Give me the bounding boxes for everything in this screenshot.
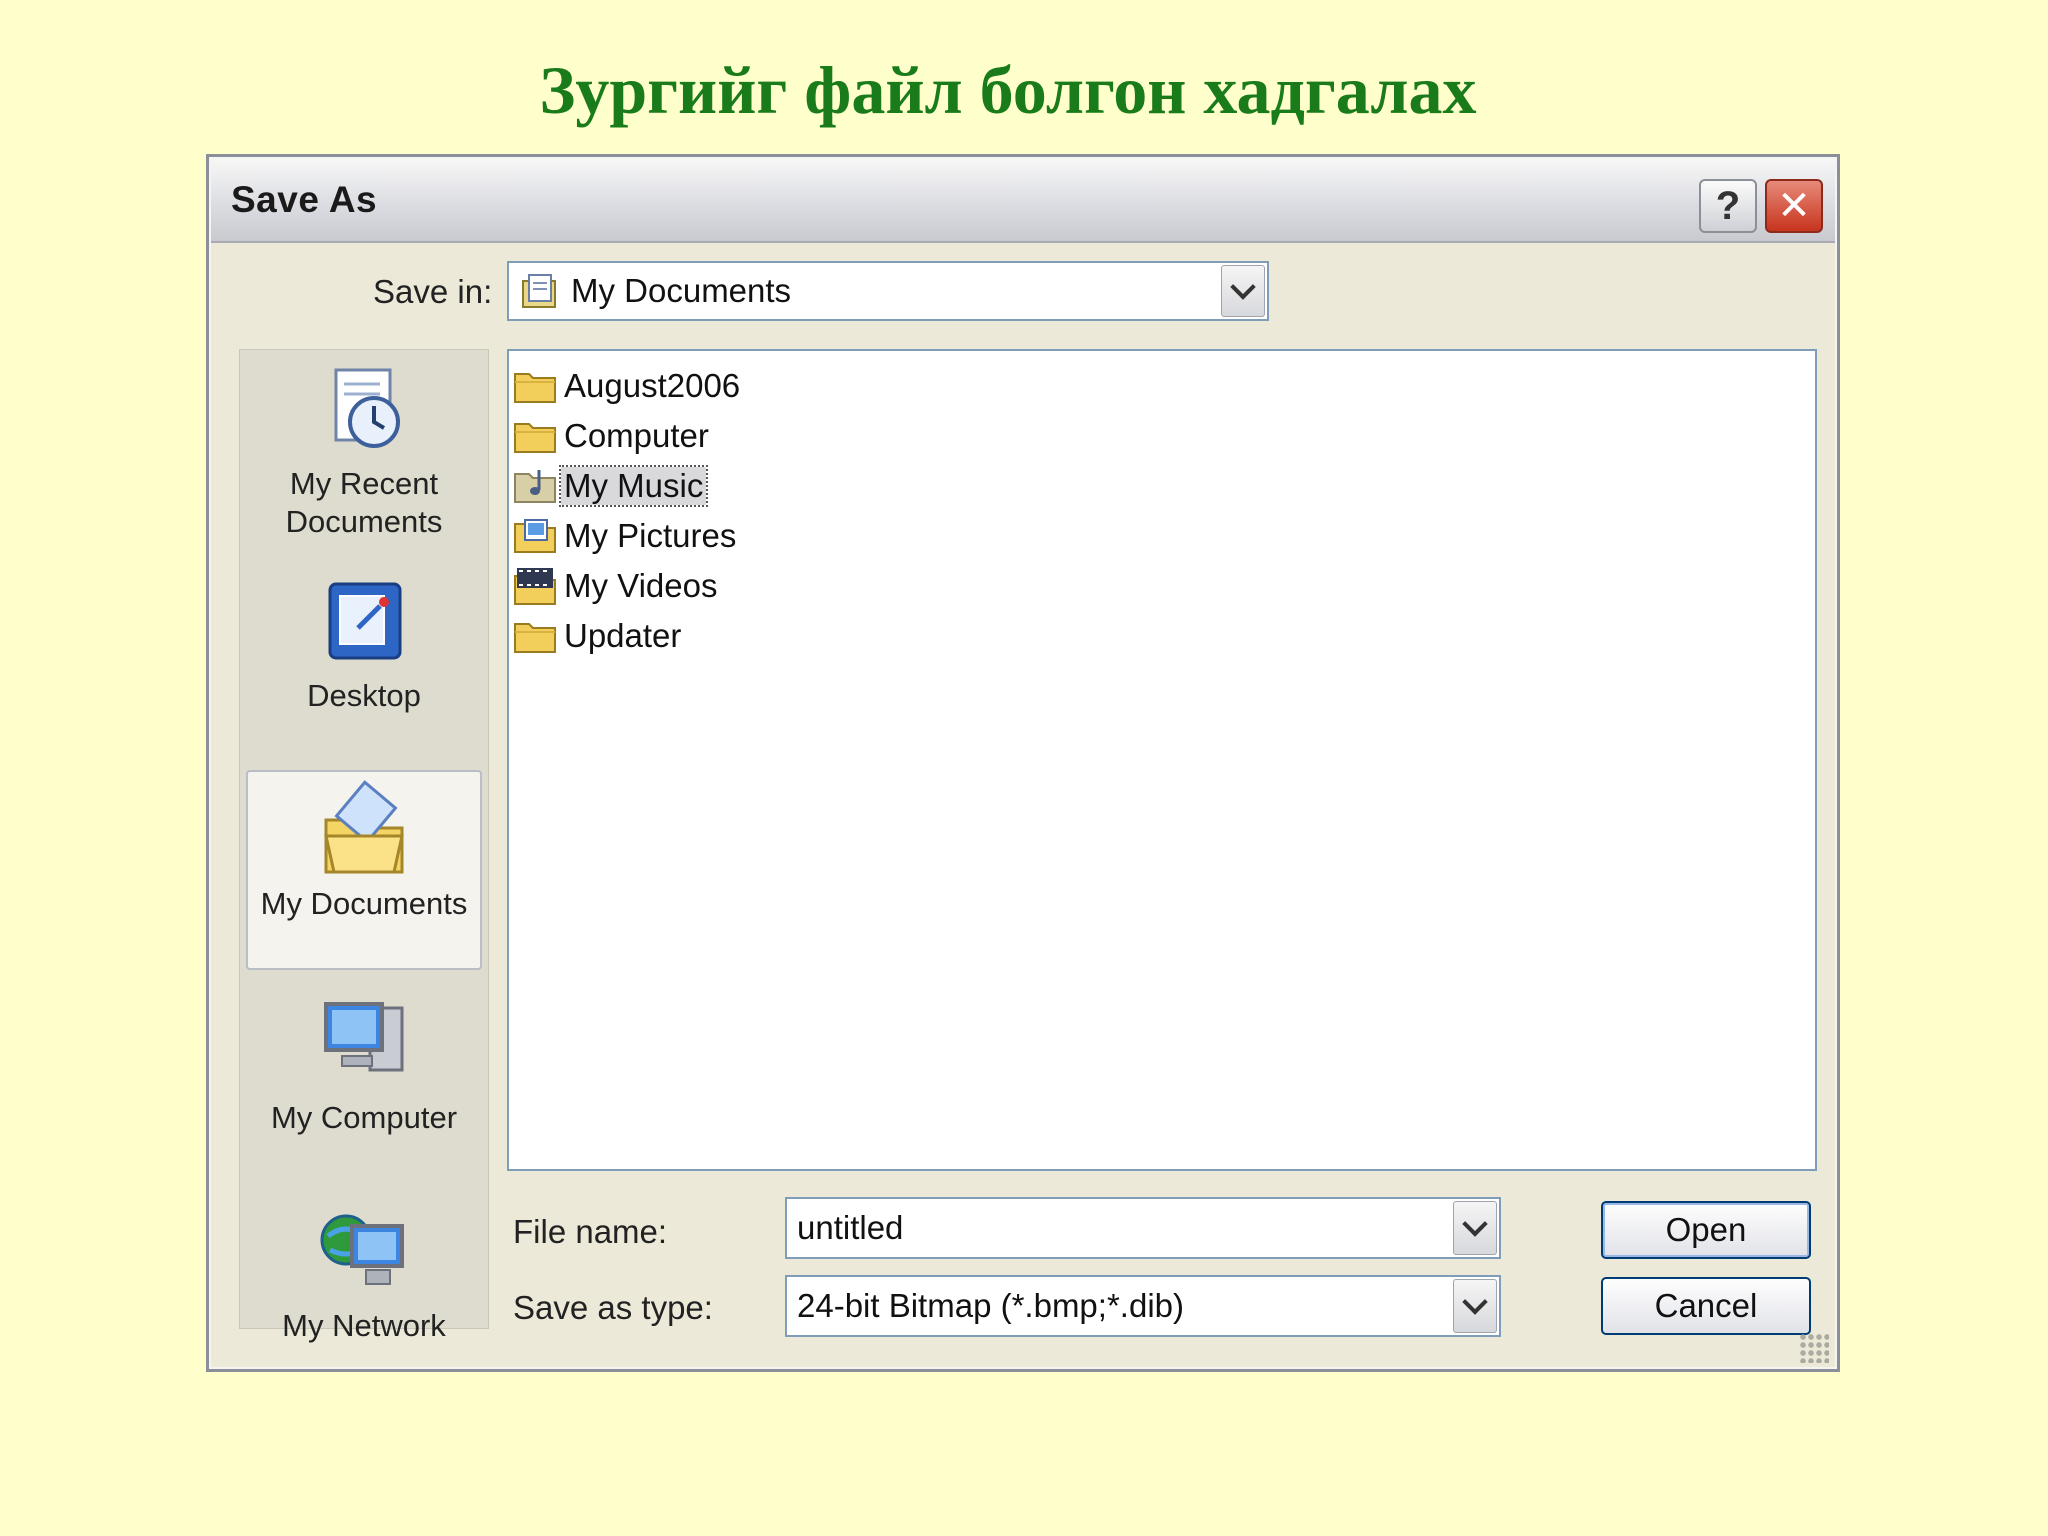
place-my-network[interactable]: My Network: [240, 1202, 488, 1345]
place-my-recent-documents[interactable]: My Recent Documents: [240, 364, 488, 541]
chevron-down-icon: [1462, 1211, 1488, 1237]
list-item-august2006[interactable]: August2006: [513, 363, 743, 409]
place-my-documents[interactable]: My Documents: [246, 770, 482, 970]
my-documents-small-icon: [522, 274, 556, 308]
file-name: Updater: [564, 617, 682, 654]
list-item-my-pictures[interactable]: My Pictures: [513, 513, 739, 559]
folder-icon: [514, 623, 556, 653]
save-as-type-dropdown[interactable]: 24-bit Bitmap (*.bmp;*.dib): [785, 1275, 1501, 1337]
places-bar: My Recent Documents Desktop My Documents: [239, 349, 489, 1343]
save-as-type-value: 24-bit Bitmap (*.bmp;*.dib): [797, 1287, 1184, 1324]
save-as-type-label: Save as type:: [513, 1289, 713, 1326]
file-name-label: File name:: [513, 1213, 668, 1250]
list-item-updater[interactable]: Updater: [513, 613, 684, 659]
save-as-dialog: Save As ? ✕ Save in: My Documents My Rec…: [206, 154, 1840, 1372]
place-label: My Recent Documents: [285, 466, 443, 539]
save-in-value: My Documents: [571, 272, 792, 309]
recent-documents-icon: [334, 368, 400, 448]
file-name: Computer: [564, 417, 709, 454]
chevron-down-icon: [1462, 1289, 1488, 1315]
save-as-type-dropdown-arrow[interactable]: [1453, 1279, 1497, 1333]
file-list[interactable]: August2006 Computer My Music My Pictures…: [507, 349, 1817, 1171]
file-name-value: untitled: [797, 1209, 904, 1246]
place-desktop[interactable]: Desktop: [240, 576, 488, 715]
list-item-my-music[interactable]: My Music: [513, 463, 709, 509]
open-button[interactable]: Open: [1601, 1201, 1811, 1259]
place-label: My Documents: [260, 886, 468, 921]
file-name: My Pictures: [564, 517, 737, 554]
place-label: My Network: [282, 1308, 446, 1343]
cancel-button[interactable]: Cancel: [1601, 1277, 1811, 1335]
save-in-dropdown[interactable]: My Documents: [507, 261, 1269, 321]
place-my-computer[interactable]: My Computer: [240, 994, 488, 1137]
dialog-titlebar[interactable]: Save As ? ✕: [211, 159, 1835, 243]
dialog-title: Save As: [231, 179, 378, 220]
my-computer-icon: [324, 1002, 404, 1072]
file-name-input[interactable]: untitled: [785, 1197, 1501, 1259]
folder-icon: [514, 373, 556, 403]
desktop-icon: [328, 582, 402, 660]
resize-grip[interactable]: [1799, 1333, 1829, 1363]
pictures-folder-icon: [514, 519, 556, 553]
help-button[interactable]: ?: [1699, 179, 1757, 233]
videos-folder-icon: [514, 568, 556, 605]
file-name: August2006: [564, 367, 741, 404]
place-label: My Computer: [270, 1100, 458, 1135]
my-documents-icon: [324, 780, 404, 874]
close-button[interactable]: ✕: [1765, 179, 1823, 233]
chevron-down-icon: [1230, 274, 1256, 300]
music-folder-icon: [514, 470, 556, 503]
my-network-icon: [320, 1214, 404, 1285]
list-item-my-videos[interactable]: My Videos: [513, 563, 720, 609]
place-label: Desktop: [307, 678, 421, 713]
list-item-computer[interactable]: Computer: [513, 413, 712, 459]
save-in-label: Save in:: [373, 273, 493, 310]
file-name: My Videos: [564, 567, 718, 604]
file-name: My Music: [558, 465, 709, 507]
file-name-dropdown-arrow[interactable]: [1453, 1201, 1497, 1255]
slide-title: Зургийг файл болгон хадгалах: [539, 52, 1477, 128]
folder-icon: [514, 423, 556, 453]
save-in-dropdown-arrow[interactable]: [1221, 265, 1265, 317]
